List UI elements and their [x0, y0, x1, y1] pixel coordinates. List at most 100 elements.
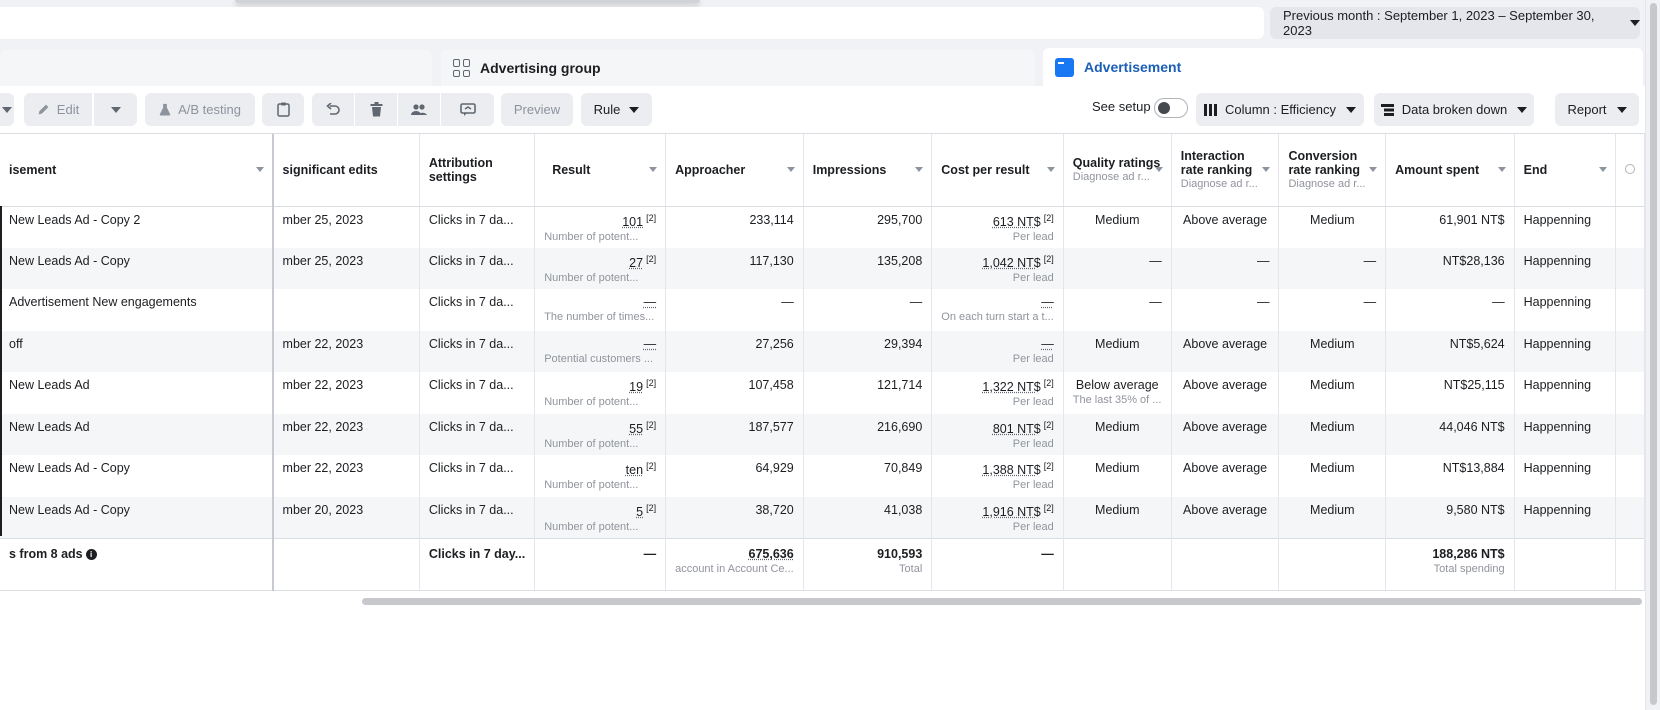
totals-attribution: Clicks in 7 day...	[428, 546, 526, 561]
cell-ad-name[interactable]: New Leads Ad - Copy	[0, 247, 274, 289]
cell-ad-name[interactable]: New Leads Ad - Copy	[0, 496, 274, 538]
cost-value[interactable]: —	[1041, 337, 1054, 351]
sort-icon[interactable]	[1369, 167, 1378, 172]
cell-ad-name[interactable]: New Leads Ad	[0, 372, 274, 414]
sort-icon[interactable]	[649, 167, 658, 172]
col-header-end[interactable]: End	[1514, 134, 1616, 207]
totals-spent: 188,286 NT$	[1432, 546, 1505, 561]
col-header-cost-per-result[interactable]: Cost per result	[931, 134, 1064, 207]
sort-icon[interactable]	[255, 167, 264, 172]
result-value[interactable]: —	[644, 295, 657, 309]
breakdown-button[interactable]: Data broken down	[1374, 93, 1534, 126]
table-row[interactable]: New Leads Ad - Copy 2 mber 25, 2023 Clicks…	[0, 206, 1645, 248]
cell-edits: mber 22, 2023	[272, 372, 420, 414]
footnote-marker: [2]	[1043, 419, 1054, 430]
amount-spent-value: NT$25,115	[1443, 378, 1505, 392]
columns-button[interactable]: Column : Efficiency	[1196, 93, 1364, 126]
cell-ad-name[interactable]: New Leads Ad - Copy	[0, 455, 274, 497]
ad-name-link: off	[9, 336, 23, 351]
sort-icon[interactable]	[1598, 167, 1607, 172]
table-row[interactable]: New Leads Ad mber 22, 2023 Clicks in 7 da.…	[0, 372, 1645, 414]
result-value[interactable]: 55	[629, 422, 643, 436]
info-icon[interactable]: i	[85, 548, 97, 560]
reach-value: 233,114	[749, 212, 794, 227]
date-range-picker[interactable]: Previous month : September 1, 2023 – Sep…	[1270, 7, 1640, 39]
sort-icon[interactable]	[786, 167, 795, 172]
impressions-value: 135,208	[877, 253, 923, 268]
add-column-button[interactable]	[1615, 134, 1645, 207]
col-header-attribution-label: Attribution settings	[428, 155, 493, 184]
reach-value: 27,256	[755, 336, 794, 351]
result-value[interactable]: ten	[626, 463, 643, 477]
table-row[interactable]: off mber 22, 2023 Clicks in 7 da... — Potent…	[0, 330, 1645, 372]
cost-value[interactable]: —	[1041, 295, 1054, 309]
cost-value[interactable]: 801 NT$	[993, 422, 1041, 436]
col-header-edits[interactable]: significant edits	[272, 134, 420, 207]
tab-ads[interactable]: Advertisement	[1043, 48, 1643, 86]
col-header-engagement[interactable]: Interaction rate ranking Diagnose ad r...	[1171, 134, 1280, 207]
undo-button[interactable]	[312, 93, 354, 126]
cost-value[interactable]: 613 NT$	[993, 215, 1041, 229]
cell-cost-per-result: — On each turn start a t...	[931, 289, 1064, 331]
share-preview-button[interactable]	[441, 93, 494, 126]
duplicate-button[interactable]	[262, 93, 304, 126]
sort-icon[interactable]	[1262, 167, 1271, 172]
cost-value[interactable]: 1,322 NT$	[982, 380, 1040, 394]
col-header-quality[interactable]: Quality ratings Diagnose ad r...	[1063, 134, 1172, 207]
col-header-attribution[interactable]: Attribution settings	[419, 134, 536, 207]
delete-button[interactable]	[355, 93, 397, 126]
ab-testing-button[interactable]: A/B testing	[145, 93, 255, 126]
cell-end: Happenning	[1514, 247, 1616, 289]
cell-totals-engagement	[1171, 537, 1280, 591]
impressions-value: —	[909, 295, 923, 309]
cell-ad-name[interactable]: off	[0, 330, 274, 372]
vertical-scrollbar[interactable]	[1645, 0, 1660, 710]
totals-reach-note: account in Account Ce...	[675, 562, 794, 575]
table-row[interactable]: New Leads Ad - Copy mber 25, 2023 Clicks i…	[0, 247, 1645, 289]
horizontal-scrollbar[interactable]	[362, 598, 1642, 605]
tab-ad-sets[interactable]: Advertising group	[441, 50, 1035, 86]
table-row[interactable]: New Leads Ad mber 22, 2023 Clicks in 7 da.…	[0, 413, 1645, 455]
create-dropdown-button[interactable]	[0, 93, 14, 126]
col-header-ad-name[interactable]: isement	[0, 134, 274, 207]
cell-quality: Below average The last 35% of ...	[1063, 372, 1172, 414]
chevron-down-icon	[2, 106, 12, 113]
rule-button[interactable]: Rule	[581, 93, 652, 126]
ab-testing-label: A/B testing	[178, 102, 241, 117]
search-bar[interactable]	[0, 7, 1264, 39]
cost-value[interactable]: 1,916 NT$	[982, 505, 1040, 519]
result-value[interactable]: —	[644, 337, 657, 351]
cell-spacer	[1615, 413, 1645, 455]
cell-ad-name[interactable]: New Leads Ad	[0, 413, 274, 455]
sort-icon[interactable]	[1497, 167, 1506, 172]
result-value[interactable]: 101	[622, 215, 643, 229]
sort-icon[interactable]	[915, 167, 924, 172]
edit-button[interactable]: Edit	[24, 93, 92, 126]
table-row[interactable]: Advertisement New engagements Clicks in 7…	[0, 289, 1645, 331]
col-header-reach[interactable]: Approacher	[665, 134, 804, 207]
cost-value[interactable]: 1,388 NT$	[982, 463, 1040, 477]
cost-type: On each turn start a t...	[941, 311, 1054, 323]
preview-button[interactable]: Preview	[501, 93, 573, 126]
sort-icon[interactable]	[1154, 167, 1163, 172]
totals-reach[interactable]: 675,636	[749, 547, 794, 561]
table-row[interactable]: New Leads Ad - Copy mber 20, 2023 Clicks i…	[0, 496, 1645, 538]
see-setup-toggle[interactable]	[1154, 98, 1188, 118]
result-value[interactable]: 27	[629, 256, 643, 270]
audience-button[interactable]	[398, 93, 440, 126]
cell-ad-name[interactable]: New Leads Ad - Copy 2	[0, 206, 274, 248]
reports-button[interactable]: Report	[1555, 93, 1639, 126]
col-header-conversion[interactable]: Conversion rate ranking Diagnose ad r...	[1278, 134, 1387, 207]
table-row[interactable]: New Leads Ad - Copy mber 22, 2023 Clicks i…	[0, 455, 1645, 497]
edit-dropdown-button[interactable]	[94, 93, 137, 126]
sort-icon[interactable]	[1046, 167, 1055, 172]
result-value[interactable]: 19	[629, 380, 643, 394]
tab-campaigns[interactable]	[0, 50, 432, 86]
col-header-result[interactable]: Result	[534, 134, 667, 207]
col-header-amount-spent-label: Amount spent	[1395, 162, 1480, 177]
col-header-amount-spent[interactable]: Amount spent	[1385, 134, 1515, 207]
col-header-impressions[interactable]: Impressions	[803, 134, 933, 207]
cell-ad-name[interactable]: Advertisement New engagements	[0, 289, 274, 331]
result-value[interactable]: 5	[636, 505, 643, 519]
cost-value[interactable]: 1,042 NT$	[982, 256, 1040, 270]
